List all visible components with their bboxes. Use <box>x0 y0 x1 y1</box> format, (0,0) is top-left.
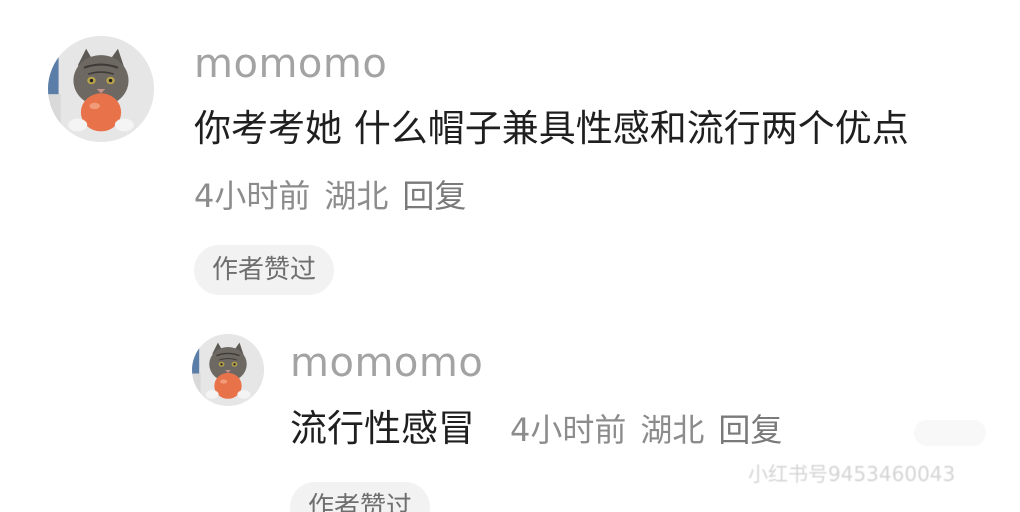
reply-button[interactable]: 回复 <box>402 177 466 215</box>
reply-text[interactable]: 流行性感冒 <box>290 410 475 447</box>
reply-avatar[interactable] <box>192 334 264 406</box>
watermark-logo <box>914 420 986 446</box>
comment-text[interactable]: 你考考她 什么帽子兼具性感和流行两个优点 <box>194 110 909 147</box>
author-liked-badge: 作者赞过 <box>194 245 335 295</box>
comment-meta: 4小时前 湖北 回复 <box>194 180 480 212</box>
reply-location: 湖北 <box>640 411 705 449</box>
watermark: 小红书号9453460043 <box>748 462 956 486</box>
reply-username[interactable]: momomo <box>290 343 483 383</box>
comment-thread: momomo 你考考她 什么帽子兼具性感和流行两个优点 4小时前 湖北 回复 作者赞… <box>0 0 1020 512</box>
reply-time: 4小时前 <box>510 411 627 449</box>
cat-avatar-icon <box>192 334 264 406</box>
avatar[interactable] <box>48 36 154 142</box>
reply-meta: 4小时前 湖北 回复 <box>510 414 796 446</box>
comment-location: 湖北 <box>324 177 389 215</box>
cat-avatar-icon <box>48 36 154 142</box>
comment-time: 4小时前 <box>194 177 311 215</box>
reply-author-liked-badge: 作者赞过 <box>290 482 431 512</box>
comment-username[interactable]: momomo <box>194 44 387 84</box>
reply-reply-button[interactable]: 回复 <box>718 411 782 449</box>
